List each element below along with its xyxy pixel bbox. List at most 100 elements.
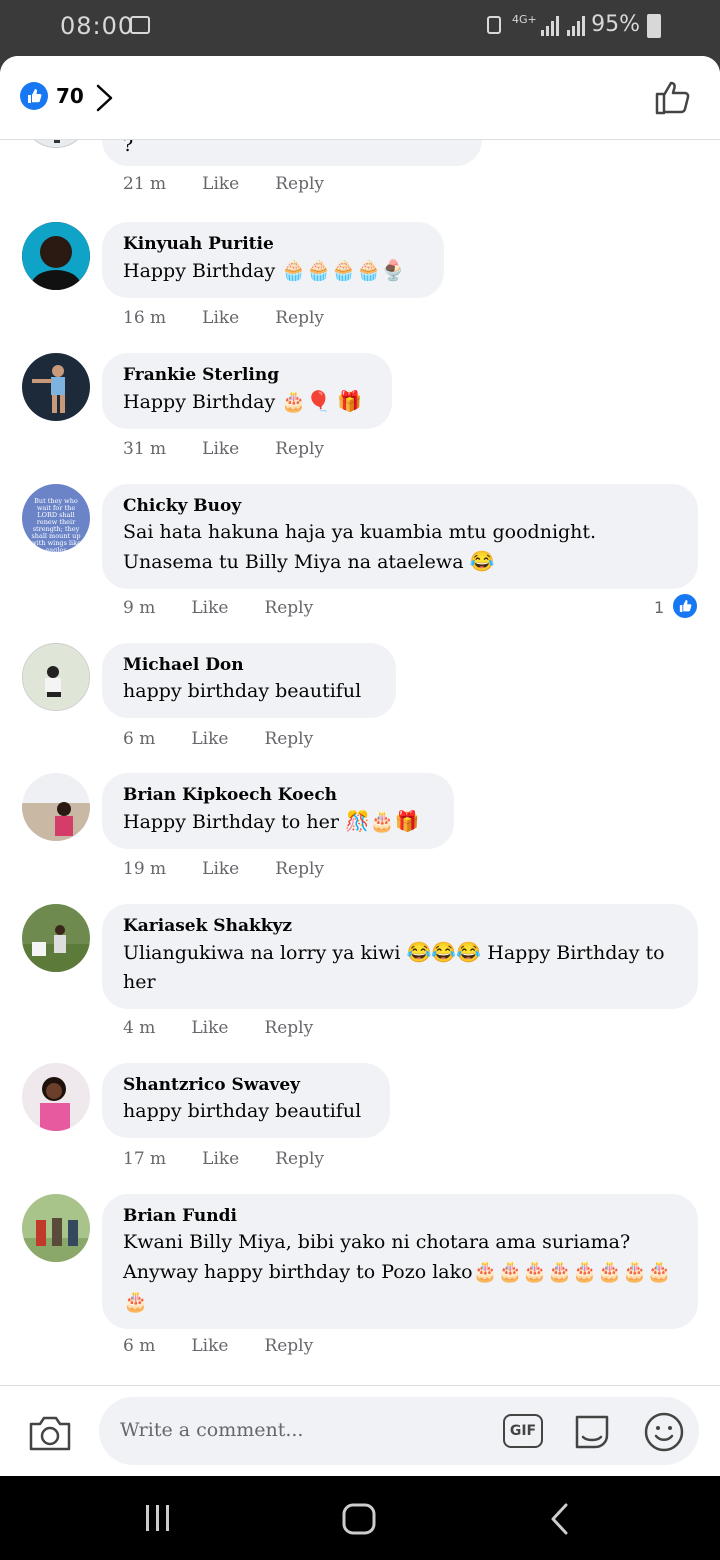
- comment-time: 16 m: [123, 308, 167, 328]
- reply-button[interactable]: Reply: [275, 174, 324, 194]
- avatar[interactable]: [22, 353, 90, 421]
- comment-text: happy birthday beautiful: [123, 680, 362, 702]
- signal-icon: [541, 16, 559, 36]
- avatar[interactable]: [22, 1194, 90, 1262]
- comment-text: Happy Birthday: [123, 391, 276, 413]
- gif-icon[interactable]: GIF: [503, 1414, 543, 1448]
- comment-input[interactable]: Write a comment... GIF: [99, 1397, 699, 1465]
- avatar[interactable]: [22, 140, 90, 148]
- network-type: 4G+: [512, 13, 537, 26]
- comment-time: 31 m: [123, 439, 167, 459]
- comment-time: 6 m: [123, 729, 156, 749]
- comment-actions: 16 m Like Reply: [123, 308, 360, 328]
- status-time: 08:00: [60, 12, 135, 40]
- status-bar: 08:00 4G+ 95%: [0, 0, 720, 56]
- avatar[interactable]: [22, 222, 90, 290]
- comment-author[interactable]: Kariasek Shakkyz: [123, 914, 677, 938]
- like-button[interactable]: Like: [191, 1018, 228, 1038]
- comment-actions: 21 m Like Reply: [123, 174, 360, 194]
- comment-actions: 31 m Like Reply: [123, 439, 360, 459]
- comment-author[interactable]: Brian Fundi: [123, 1204, 677, 1228]
- comment-text: Uliangukiwa na lorry ya kiwi: [123, 942, 401, 964]
- comment-text: Happy Birthday to her: [123, 811, 339, 833]
- avatar[interactable]: [22, 773, 90, 841]
- reply-button[interactable]: Reply: [275, 439, 324, 459]
- camera-icon[interactable]: [28, 1414, 72, 1452]
- comment-composer: Write a comment... GIF: [0, 1385, 720, 1476]
- like-button[interactable]: Like: [202, 308, 239, 328]
- reply-button[interactable]: Reply: [264, 729, 313, 749]
- home-icon[interactable]: [341, 1502, 377, 1536]
- comment-emoji: 🎊🎂🎁: [344, 809, 420, 833]
- comment-bubble[interactable]: Kinyuah Puritie Happy Birthday 🧁🧁🧁🧁🍨: [102, 222, 444, 298]
- comment-bubble[interactable]: Chicky Buoy Sai hata hakuna haja ya kuam…: [102, 484, 698, 589]
- comment-author[interactable]: Brian Kipkoech Koech: [123, 783, 433, 807]
- image-icon: [130, 16, 150, 34]
- avatar[interactable]: [22, 1063, 90, 1131]
- comment-time: 19 m: [123, 859, 167, 879]
- back-icon[interactable]: [548, 1502, 572, 1536]
- comment-author[interactable]: Kinyuah Puritie: [123, 232, 423, 256]
- comment-bubble[interactable]: Shantzrico Swavey happy birthday beautif…: [102, 1063, 390, 1138]
- comment-actions: 6 m Like Reply: [123, 729, 349, 749]
- chevron-right-icon[interactable]: [94, 83, 116, 113]
- sticker-icon[interactable]: [571, 1411, 613, 1453]
- like-button[interactable]: Like: [191, 598, 228, 618]
- comment-actions: 17 m Like Reply: [123, 1149, 360, 1169]
- comment-bubble[interactable]: Frankie Sterling Happy Birthday 🎂🎈 🎁: [102, 353, 392, 429]
- comment-actions: 9 m Like Reply: [123, 598, 349, 618]
- avatar-quote: But they who wait for the LORD shall ren…: [31, 497, 81, 553]
- comment-text: Sai hata hakuna haja ya kuambia mtu good…: [123, 521, 597, 573]
- comment-emoji: 😂😂😂: [406, 940, 482, 964]
- comment-emoji: 🎂🎈 🎁: [281, 389, 363, 413]
- lock-icon: [487, 16, 501, 34]
- system-nav-bar: [0, 1476, 720, 1560]
- like-icon: [20, 82, 48, 110]
- avatar[interactable]: [22, 643, 90, 711]
- reply-button[interactable]: Reply: [264, 1336, 313, 1356]
- comment-author[interactable]: Shantzrico Swavey: [123, 1073, 369, 1097]
- comment-bubble[interactable]: Kariasek Shakkyz Uliangukiwa na lorry ya…: [102, 904, 698, 1009]
- reply-button[interactable]: Reply: [275, 859, 324, 879]
- reply-button[interactable]: Reply: [275, 1149, 324, 1169]
- comment-actions: 4 m Like Reply: [123, 1018, 349, 1038]
- reply-button[interactable]: Reply: [264, 1018, 313, 1038]
- like-button[interactable]: Like: [202, 859, 239, 879]
- reactions-header[interactable]: 70: [0, 56, 720, 140]
- comment-author[interactable]: Frankie Sterling: [123, 363, 371, 387]
- comment-bubble[interactable]: Brian Fundi Kwani Billy Miya, bibi yako …: [102, 1194, 698, 1329]
- comment-time: 9 m: [123, 598, 156, 618]
- comment-time: 4 m: [123, 1018, 156, 1038]
- comment-author[interactable]: Michael Don: [123, 653, 375, 677]
- comment-text: Mahali ulitoa huyu kuna mwingine ?: [123, 140, 134, 156]
- comment-author[interactable]: Chicky Buoy: [123, 494, 677, 518]
- comment-bubble[interactable]: Mahali ulitoa huyu kuna mwingine ?: [102, 140, 482, 166]
- reaction-count: 1: [654, 598, 665, 617]
- battery-percent: 95%: [591, 12, 640, 37]
- reply-button[interactable]: Reply: [275, 308, 324, 328]
- avatar[interactable]: [22, 904, 90, 972]
- like-button[interactable]: Like: [202, 174, 239, 194]
- comment-bubble[interactable]: Brian Kipkoech Koech Happy Birthday to h…: [102, 773, 454, 849]
- comment-time: 6 m: [123, 1336, 156, 1356]
- comment-time: 17 m: [123, 1149, 167, 1169]
- like-button[interactable]: Like: [202, 439, 239, 459]
- like-button[interactable]: Like: [202, 1149, 239, 1169]
- comment-actions: 6 m Like Reply: [123, 1336, 349, 1356]
- comment-time: 21 m: [123, 174, 167, 194]
- comments-sheet: 70 Mahali ulitoa huyu kuna mwingine ? 21…: [0, 56, 720, 1476]
- thumbs-up-icon[interactable]: [654, 78, 692, 116]
- signal-icon: [567, 16, 585, 36]
- recent-apps-icon[interactable]: [143, 1503, 173, 1533]
- emoji-icon[interactable]: [643, 1411, 685, 1453]
- comment-emoji: 😂: [469, 549, 495, 573]
- comment-text: Happy Birthday: [123, 260, 276, 282]
- like-icon[interactable]: [671, 592, 699, 620]
- like-button[interactable]: Like: [191, 1336, 228, 1356]
- comment-placeholder: Write a comment...: [120, 1419, 304, 1441]
- avatar[interactable]: But they who wait for the LORD shall ren…: [22, 484, 90, 552]
- like-button[interactable]: Like: [191, 729, 228, 749]
- comment-emoji: 🧁🧁🧁🧁🍨: [281, 258, 406, 282]
- comment-bubble[interactable]: Michael Don happy birthday beautiful: [102, 643, 396, 718]
- reply-button[interactable]: Reply: [264, 598, 313, 618]
